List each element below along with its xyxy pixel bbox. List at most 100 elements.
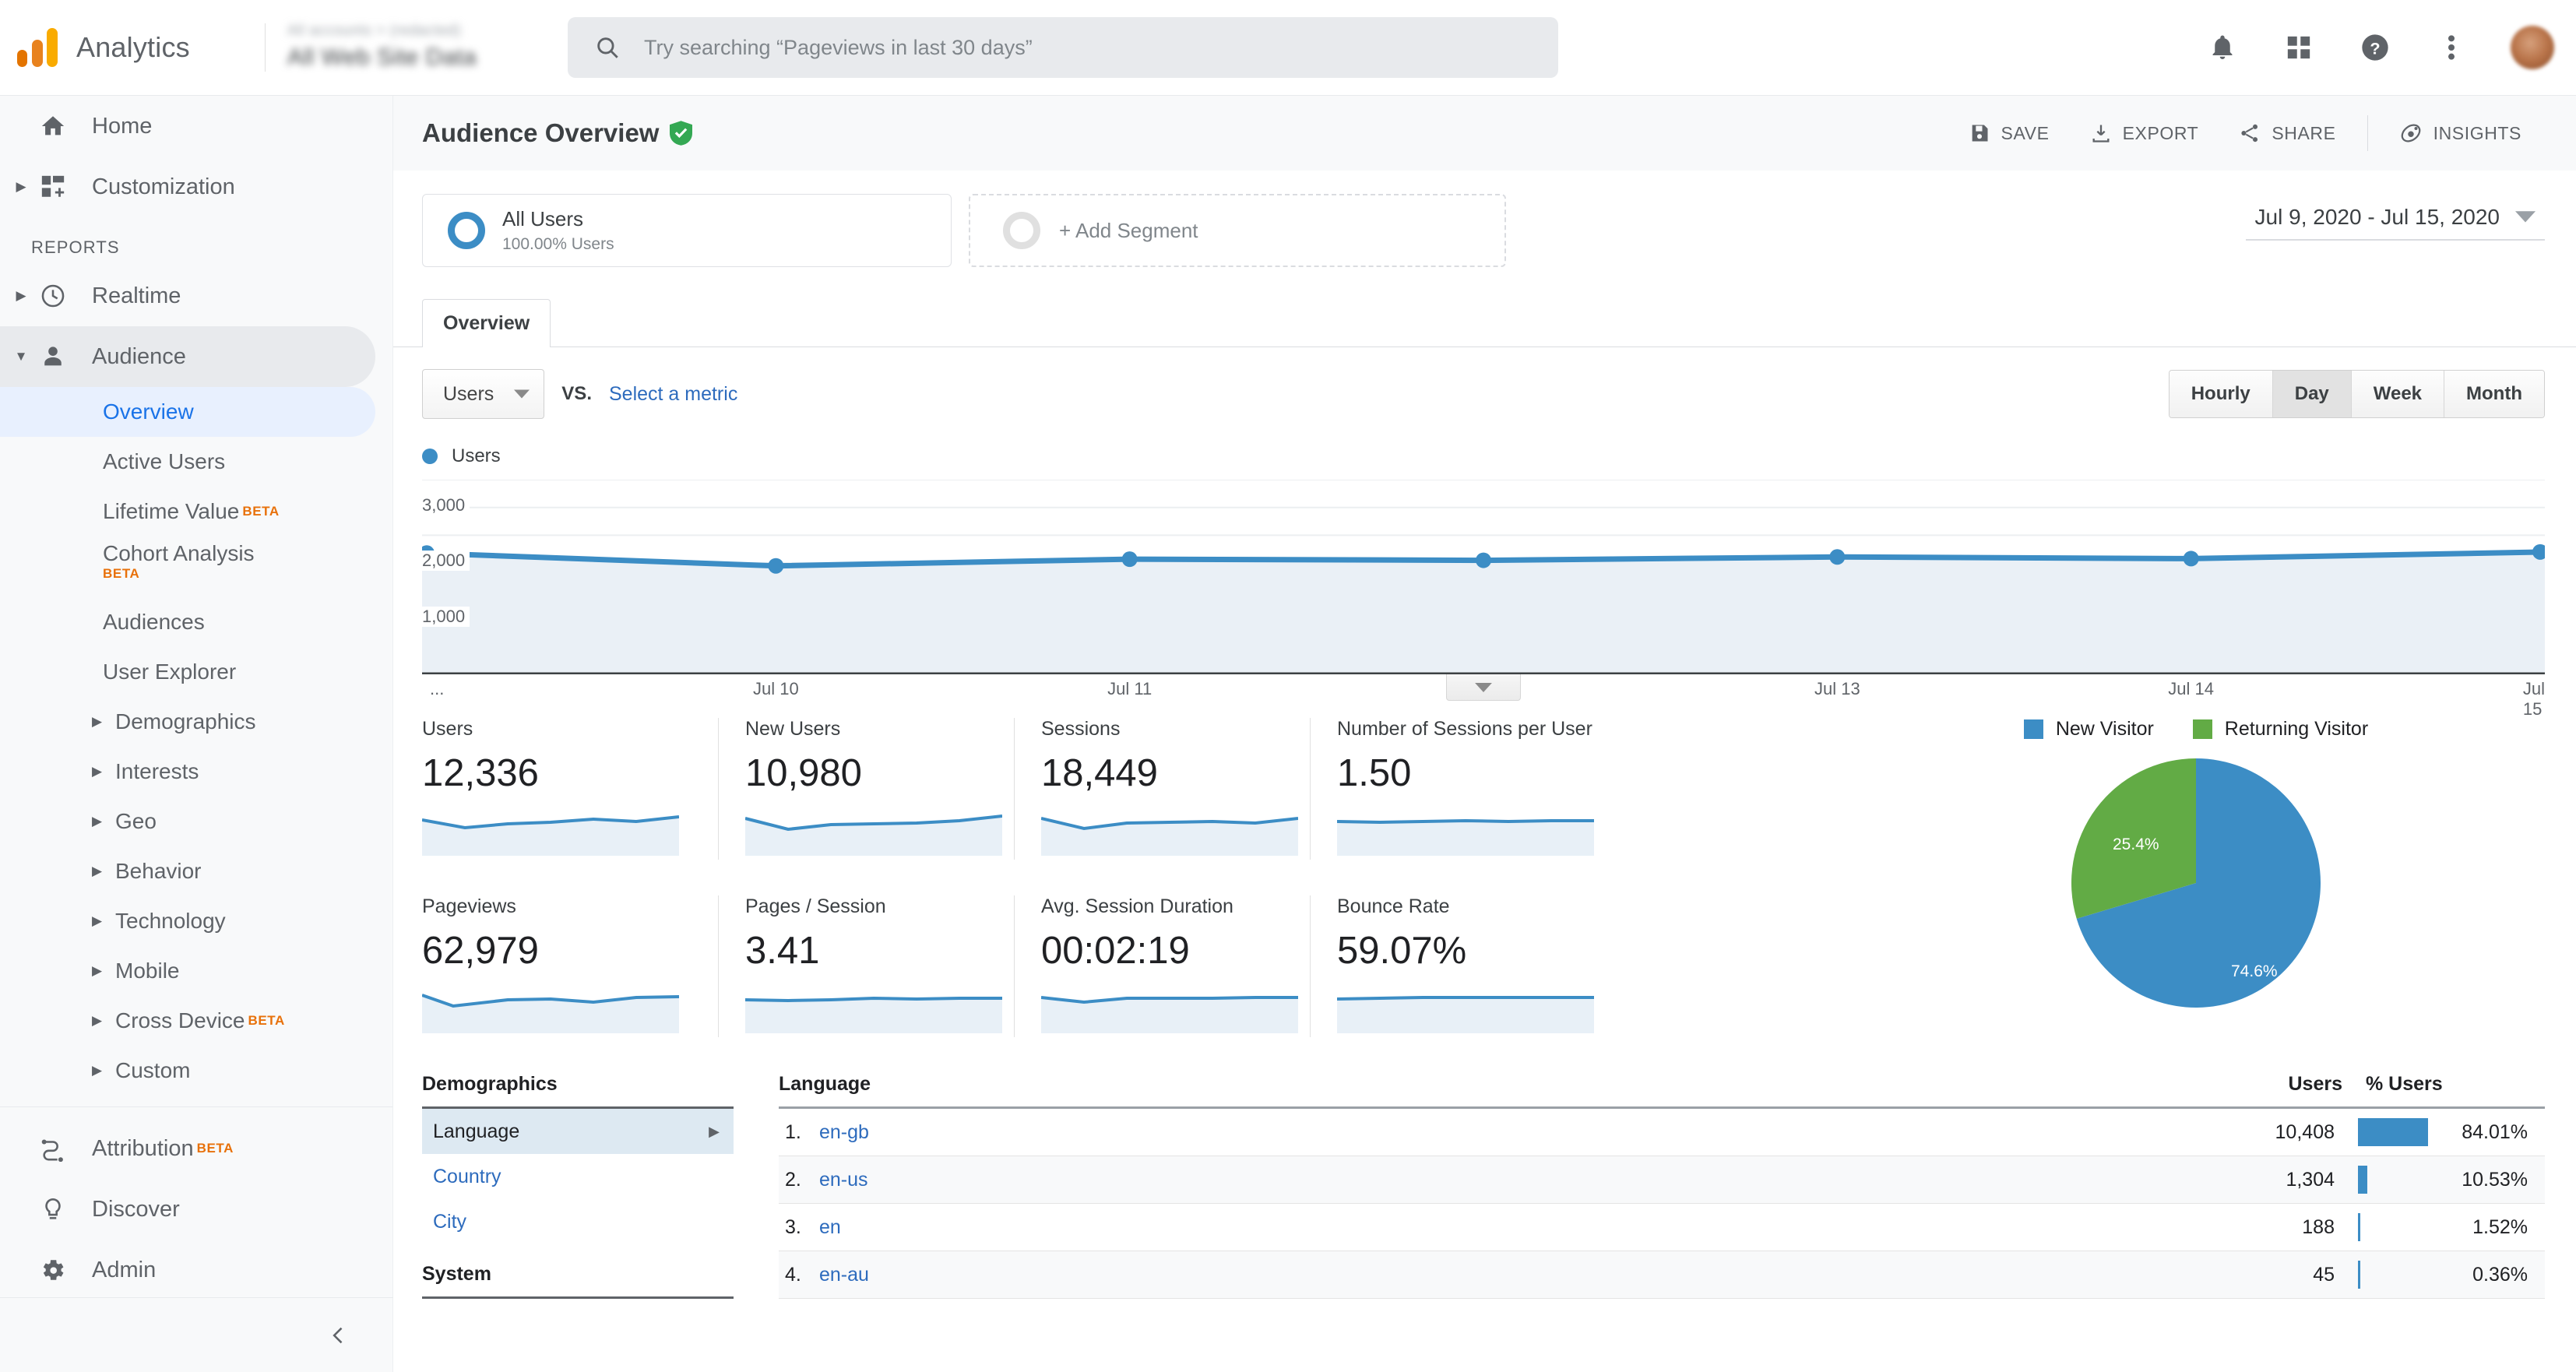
tab-overview[interactable]: Overview <box>422 299 551 347</box>
demographics-item-city[interactable]: City <box>422 1199 734 1244</box>
pie-value-new-visitor: 74.6% <box>2231 962 2278 980</box>
row-language[interactable]: en-au <box>819 1264 2210 1286</box>
x-axis-tick: Jul 10 <box>752 679 799 698</box>
select-metric-link[interactable]: Select a metric <box>609 383 737 406</box>
pie-chart-svg[interactable]: 74.6% 25.4% <box>2044 755 2348 1011</box>
sidebar-item-cross-device[interactable]: ▶ Cross Device BETA <box>0 996 392 1046</box>
chart-controls: Users VS. Select a metric Hourly Day Wee… <box>422 369 2545 419</box>
insights-button[interactable]: INSIGHTS <box>2379 110 2542 157</box>
logo-area[interactable]: Analytics <box>0 28 257 67</box>
save-button[interactable]: SAVE <box>1948 110 2070 157</box>
metric-card-sessions[interactable]: Sessions 18,449 <box>1014 718 1310 860</box>
chart-legend: Users <box>422 445 2545 467</box>
row-pct: 84.01% <box>2462 1120 2528 1143</box>
row-language[interactable]: en-gb <box>819 1121 2210 1144</box>
notifications-bell-icon[interactable] <box>2205 30 2240 65</box>
sidebar-item-attribution[interactable]: Attribution BETA <box>0 1118 392 1179</box>
insights-label: INSIGHTS <box>2433 122 2521 143</box>
sidebar-item-custom[interactable]: ▶ Custom <box>0 1046 392 1096</box>
pie-legend-item[interactable]: New Visitor <box>2023 718 2154 741</box>
column-language: Language <box>779 1073 871 1095</box>
pie-legend-item[interactable]: Returning Visitor <box>2192 718 2368 741</box>
chart-expand-handle[interactable] <box>1446 674 1521 701</box>
more-options-icon[interactable] <box>2434 30 2469 65</box>
granularity-week[interactable]: Week <box>2351 371 2445 417</box>
export-button[interactable]: EXPORT <box>2070 110 2219 157</box>
users-line-chart[interactable]: 3,000 2,000 1,000 ...Jul 10Jul 11Jul 12J… <box>422 480 2545 719</box>
sidebar-item-label: Attribution <box>92 1135 194 1161</box>
clock-icon <box>31 283 75 309</box>
metric-card-avg-session-duration[interactable]: Avg. Session Duration 00:02:19 <box>1014 895 1310 1037</box>
metric-label: Bounce Rate <box>1337 895 1450 917</box>
pie-swatch-new-visitor <box>2023 719 2043 739</box>
sidebar-item-audiences[interactable]: Audiences <box>0 597 392 647</box>
metric-card-sessions-per-user[interactable]: Number of Sessions per User 1.50 <box>1310 718 1637 860</box>
sidebar-item-audience[interactable]: ▼ Audience <box>0 326 375 387</box>
sidebar-item-realtime[interactable]: ▶ Realtime <box>0 266 392 326</box>
share-button[interactable]: SHARE <box>2219 110 2356 157</box>
sidebar-item-discover[interactable]: Discover <box>0 1179 392 1240</box>
segment-all-users[interactable]: All Users 100.00% Users <box>422 194 952 267</box>
metric-card-pageviews[interactable]: Pageviews 62,979 <box>421 895 718 1037</box>
metric-card-pages-per-session[interactable]: Pages / Session 3.41 <box>718 895 1014 1037</box>
beta-badge: BETA <box>196 1141 234 1156</box>
pie-value-returning-visitor: 25.4% <box>2113 836 2159 853</box>
language-table-header: Language Users % Users <box>779 1073 2545 1109</box>
sidebar-item-technology[interactable]: ▶ Technology <box>0 896 392 946</box>
row-language[interactable]: en-us <box>819 1169 2210 1191</box>
beta-badge: BETA <box>103 566 140 581</box>
metric-card-row: Pageviews 62,979 Pages / Session 3.41 Av… <box>421 895 1824 1037</box>
sidebar-item-geo[interactable]: ▶ Geo <box>0 797 392 846</box>
sidebar-item-mobile[interactable]: ▶ Mobile <box>0 946 392 996</box>
sidebar-subitem-label: Lifetime Value <box>103 499 240 523</box>
sidebar-item-customization[interactable]: ▶ Customization <box>0 157 392 217</box>
sparkline <box>1040 817 1299 856</box>
help-icon[interactable]: ? <box>2358 30 2392 65</box>
row-language[interactable]: en <box>819 1216 2210 1239</box>
sidebar-item-behavior[interactable]: ▶ Behavior <box>0 846 392 896</box>
sidebar-item-admin[interactable]: Admin <box>0 1240 392 1300</box>
sidebar-subitem-label: Audiences <box>103 610 205 634</box>
sidebar-item-cohort-analysis[interactable]: Cohort Analysis BETA <box>0 536 392 597</box>
sidebar-item-home[interactable]: Home <box>0 96 392 157</box>
sidebar-item-interests[interactable]: ▶ Interests <box>0 747 392 797</box>
table-row[interactable]: 3. en 188 1.52% <box>779 1204 2545 1251</box>
column-pct-users: % Users <box>2366 1073 2443 1095</box>
save-icon <box>1972 125 1987 142</box>
granularity-hourly[interactable]: Hourly <box>2169 371 2273 417</box>
table-row[interactable]: 1. en-gb 10,408 84.01% <box>779 1109 2545 1156</box>
table-row[interactable]: 2. en-us 1,304 10.53% <box>779 1156 2545 1204</box>
x-axis-tick: Jul 13 <box>1814 679 1860 698</box>
sidebar-item-user-explorer[interactable]: User Explorer <box>0 647 392 697</box>
sidebar-subitem-label: Overview <box>103 399 194 424</box>
metric-card-bounce-rate[interactable]: Bounce Rate 59.07% <box>1310 895 1637 1037</box>
row-users: 188 <box>2302 1215 2335 1238</box>
demographics-item-country[interactable]: Country <box>422 1154 734 1199</box>
row-users: 10,408 <box>2275 1120 2335 1143</box>
chevron-right-icon: ▶ <box>92 814 103 828</box>
granularity-day[interactable]: Day <box>2272 371 2352 417</box>
metric-card-users[interactable]: Users 12,336 <box>421 718 718 860</box>
date-range-picker[interactable]: Jul 9, 2020 - Jul 15, 2020 <box>2245 205 2545 241</box>
sidebar-item-demographics[interactable]: ▶ Demographics <box>0 697 392 747</box>
table-row[interactable]: 4. en-au 45 0.36% <box>779 1251 2545 1299</box>
bottom-tables: Demographics Language ▶ Country City Sys… <box>393 1037 2576 1299</box>
account-selector[interactable]: All accounts > (redacted) All Web Site D… <box>287 23 544 72</box>
sidebar-item-active-users[interactable]: Active Users <box>0 437 392 487</box>
sparkline <box>1336 818 1594 856</box>
metric-selector[interactable]: Users <box>422 369 545 419</box>
y-axis-tick: 2,000 <box>422 551 470 572</box>
sidebar-subitem-label: Interests <box>115 759 199 783</box>
add-segment-button[interactable]: + Add Segment <box>969 194 1506 267</box>
search-box[interactable] <box>568 17 1558 78</box>
avatar[interactable] <box>2511 26 2554 69</box>
collapse-sidebar-button[interactable] <box>0 1297 393 1372</box>
metric-card-new-users[interactable]: New Users 10,980 <box>718 718 1014 860</box>
granularity-month[interactable]: Month <box>2444 371 2544 417</box>
demographics-item-language[interactable]: Language ▶ <box>422 1109 734 1154</box>
share-label: SHARE <box>2272 122 2336 143</box>
apps-grid-icon[interactable] <box>2282 30 2316 65</box>
sidebar-item-lifetime-value[interactable]: Lifetime Value BETA <box>0 487 392 536</box>
sidebar-item-overview[interactable]: Overview <box>0 387 375 437</box>
search-input[interactable] <box>644 35 1532 60</box>
